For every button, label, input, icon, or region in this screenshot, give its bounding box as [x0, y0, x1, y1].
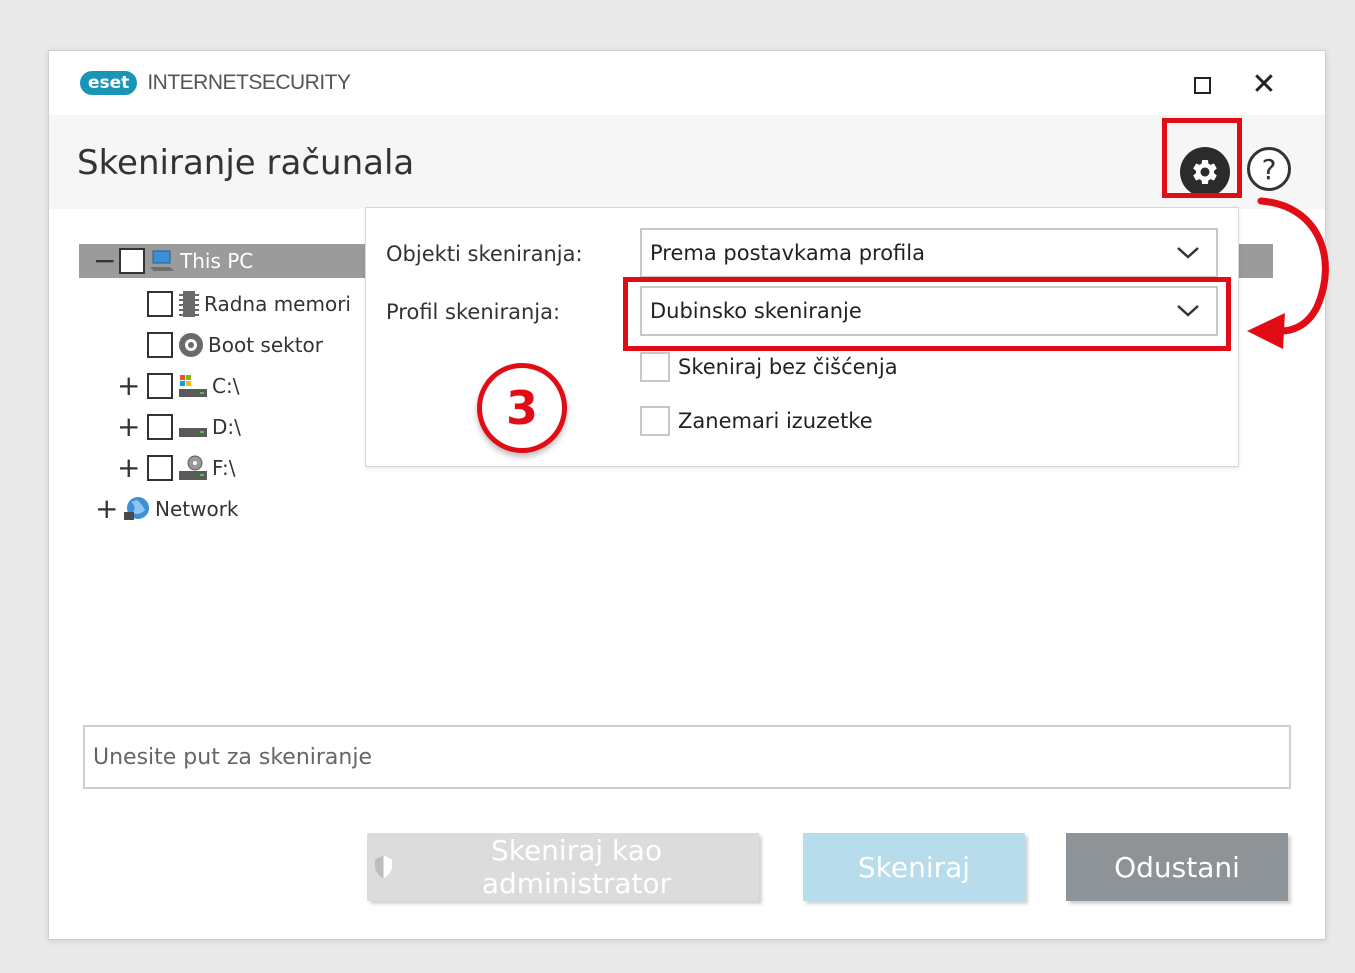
scan-profile-label: Profil skeniranja: — [386, 300, 561, 324]
tree-item-label: This PC — [180, 249, 254, 273]
help-button[interactable]: ? — [1247, 147, 1291, 191]
tree-item-memory[interactable]: Radna memori — [147, 287, 351, 321]
scan-button-label: Skeniraj — [857, 850, 971, 884]
tree-item-label: C:\ — [212, 374, 240, 398]
gear-icon — [1193, 160, 1217, 184]
scan-as-admin-button[interactable]: Skeniraj kao administrator — [367, 833, 759, 901]
checkbox-boot-sector[interactable] — [147, 332, 173, 358]
scan-targets-value: Prema postavkama profila — [650, 241, 925, 265]
title-bar: eset INTERNETSECURITY ✕ — [49, 51, 1325, 115]
option-ignore-exclusions[interactable]: Zanemari izuzetke — [640, 406, 873, 436]
shield-icon — [374, 855, 393, 879]
system-drive-icon — [179, 375, 207, 397]
checkbox-drive-f[interactable] — [147, 455, 173, 481]
maximize-button[interactable] — [1182, 65, 1222, 105]
scan-profile-select[interactable]: Dubinsko skeniranje — [640, 286, 1218, 336]
expand-icon[interactable]: + — [117, 372, 140, 400]
page-title: Skeniranje računala — [77, 143, 415, 183]
close-button[interactable]: ✕ — [1244, 65, 1284, 105]
scan-path-input[interactable] — [83, 725, 1291, 789]
memory-chip-icon — [179, 291, 199, 317]
chevron-down-icon — [1177, 247, 1199, 259]
cancel-button[interactable]: Odustani — [1066, 833, 1288, 901]
option-label: Zanemari izuzetke — [678, 409, 873, 433]
scan-button[interactable]: Skeniraj — [803, 833, 1025, 901]
scan-targets-select[interactable]: Prema postavkama profila — [640, 228, 1218, 278]
help-icon: ? — [1261, 152, 1277, 186]
eset-logo: eset INTERNETSECURITY — [80, 71, 351, 95]
computer-icon — [150, 250, 174, 271]
product-name: INTERNETSECURITY — [147, 71, 351, 94]
scan-targets-label: Objekti skeniranja: — [386, 242, 583, 266]
eset-logo-badge: eset — [80, 71, 138, 95]
scan-profile-value: Dubinsko skeniranje — [650, 299, 862, 323]
chevron-down-icon — [1177, 305, 1199, 317]
tree-item-drive-c[interactable]: + C:\ — [117, 369, 239, 403]
expand-icon[interactable]: + — [117, 454, 140, 482]
option-label: Skeniraj bez čišćenja — [678, 355, 898, 379]
checkbox-drive-c[interactable] — [147, 373, 173, 399]
expand-icon[interactable]: + — [117, 413, 140, 441]
tree-item-network[interactable]: + Network — [95, 492, 239, 526]
drive-icon — [179, 428, 207, 437]
expand-icon[interactable]: + — [95, 495, 118, 523]
checkbox-ignore-exclusions[interactable] — [640, 406, 670, 436]
disc-icon — [179, 333, 203, 357]
tree-item-label: D:\ — [212, 415, 241, 439]
tree-item-drive-f[interactable]: + F:\ — [117, 451, 235, 485]
checkbox-drive-d[interactable] — [147, 414, 173, 440]
collapse-icon[interactable]: − — [93, 247, 116, 275]
scan-window: eset INTERNETSECURITY ✕ Skeniranje račun… — [48, 50, 1329, 940]
close-icon: ✕ — [1251, 67, 1277, 102]
option-scan-without-cleaning[interactable]: Skeniraj bez čišćenja — [640, 352, 898, 382]
tree-item-boot-sector[interactable]: Boot sektor — [147, 328, 323, 362]
page-header: Skeniranje računala ? — [49, 115, 1325, 209]
network-globe-icon — [124, 497, 149, 520]
checkbox-this-pc[interactable] — [119, 248, 145, 274]
tree-item-label: Radna memori — [204, 292, 351, 316]
tree-item-label: F:\ — [212, 456, 236, 480]
checkbox-scan-without-cleaning[interactable] — [640, 352, 670, 382]
scan-as-admin-label: Skeniraj kao administrator — [481, 834, 672, 900]
checkbox-memory[interactable] — [147, 291, 173, 317]
settings-button[interactable] — [1180, 147, 1230, 197]
step-number-badge: 3 — [477, 363, 567, 453]
tree-item-label: Boot sektor — [208, 333, 323, 357]
tree-item-label: Network — [155, 497, 239, 521]
cancel-button-label: Odustani — [1114, 850, 1240, 884]
maximize-icon — [1193, 76, 1211, 94]
optical-drive-icon — [179, 455, 207, 480]
tree-item-drive-d[interactable]: + D:\ — [117, 410, 241, 444]
